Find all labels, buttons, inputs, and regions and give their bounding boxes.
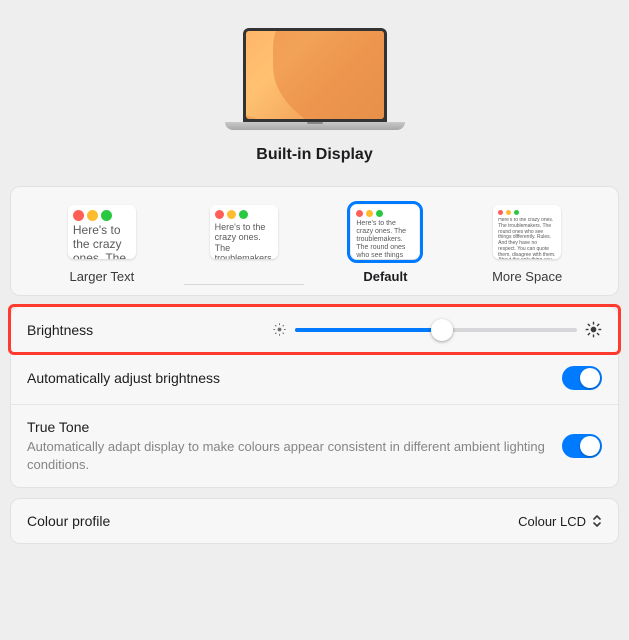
brightness-slider-thumb[interactable] <box>431 319 453 341</box>
resolution-label: More Space <box>492 269 562 285</box>
brightness-slider[interactable] <box>295 328 577 332</box>
display-title: Built-in Display <box>256 146 372 164</box>
true-tone-description: Automatically adapt display to make colo… <box>27 438 562 473</box>
resolution-option-mid[interactable]: Here's to the crazy ones. The troublemak… <box>184 205 304 285</box>
resolution-label: Larger Text <box>69 269 134 285</box>
resolution-option-larger-text[interactable]: Here's to the crazy ones. The troublemak… <box>42 205 162 285</box>
true-tone-label: True Tone <box>27 419 562 435</box>
header-section: Built-in Display <box>0 0 629 186</box>
brightness-row: Brightness <box>8 304 621 355</box>
colour-profile-value: Colour LCD <box>518 514 586 529</box>
true-tone-toggle[interactable] <box>562 434 602 458</box>
chevron-up-down-icon <box>592 514 602 528</box>
brightness-low-icon <box>272 322 287 337</box>
brightness-high-icon <box>585 321 602 338</box>
auto-brightness-toggle[interactable] <box>562 366 602 390</box>
resolution-option-default[interactable]: Here's to the crazy ones. The troublemak… <box>325 205 445 285</box>
true-tone-row: True Tone Automatically adapt display to… <box>11 405 618 487</box>
colour-profile-label: Colour profile <box>27 513 518 529</box>
colour-profile-dropdown[interactable]: Colour LCD <box>518 514 602 529</box>
display-illustration <box>225 28 405 140</box>
colour-profile-panel: Colour profile Colour LCD <box>10 498 619 544</box>
colour-profile-row: Colour profile Colour LCD <box>11 499 618 543</box>
resolution-label: Default <box>363 269 407 285</box>
resolution-panel: Here's to the crazy ones. The troublemak… <box>10 186 619 296</box>
brightness-label: Brightness <box>27 322 272 338</box>
auto-brightness-row: Automatically adjust brightness <box>11 352 618 405</box>
resolution-option-more-space[interactable]: Here's to the crazy ones. The troublemak… <box>467 205 587 285</box>
brightness-settings-panel: Brightness Automatically adjust brightne… <box>10 306 619 488</box>
auto-brightness-label: Automatically adjust brightness <box>27 370 562 386</box>
